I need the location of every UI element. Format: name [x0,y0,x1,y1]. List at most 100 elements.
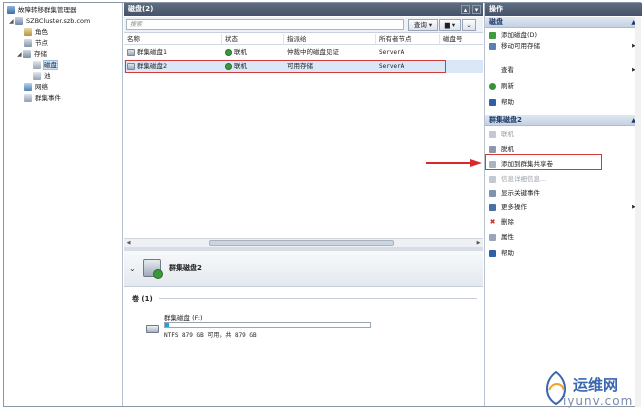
show-critical-events-action[interactable]: 显示关键事件 [489,188,540,199]
network-icon [24,83,32,91]
row-owner: ServerA [379,49,405,56]
cluster-disk-icon [143,259,163,279]
expand-button[interactable]: ⌄ [462,19,476,31]
volume-info: NTFS 879 GB 可用，共 879 GB [164,332,257,339]
actions-section-disks[interactable]: 磁盘 ▲ [485,17,640,28]
delete-icon: ✖ [489,217,496,226]
center-pane: 磁盘(2) ▴ ▾ 搜索 查询 ▾ ▆ ▾ ⌄ 名称 状态 指派给 所有者节点 … [124,3,483,406]
tree-item-disks[interactable]: 磁盘 [33,60,58,71]
pool-icon [33,72,41,80]
selected-row-highlight [125,60,446,73]
tree-item-storage[interactable]: ◢ 存储 [17,49,47,60]
watermark: 运维网 iyunv.com [535,370,641,410]
disk-icon [33,61,41,69]
info-details-action[interactable]: 信息详细信息... [489,174,546,185]
column-name[interactable]: 名称 [124,34,222,45]
scrollbar-thumb[interactable] [209,240,394,246]
action-label: 查看 [501,66,514,74]
move-icon [489,42,496,50]
grid-header: 名称 状态 指派给 所有者节点 磁盘号 [124,34,483,45]
action-label: 添加磁盘(D) [501,31,538,39]
annotation-arrow-icon [426,159,482,167]
search-row: 搜索 查询 ▾ ▆ ▾ ⌄ [124,17,483,33]
column-status[interactable]: 状态 [222,34,284,45]
tree-item-pools[interactable]: 池 [33,71,51,82]
row-disk-number [440,60,483,73]
horizontal-scrollbar[interactable]: ◀ ▶ [124,238,483,247]
divider [159,298,477,299]
maximize-pane-button[interactable]: ▾ [472,5,481,14]
action-label: 帮助 [501,249,514,257]
collapse-chevron-icon[interactable]: ⌄ [129,264,136,273]
action-label: 刷新 [501,82,514,90]
storage-icon [23,50,31,58]
online-status-icon [225,48,232,56]
offline-icon [489,145,496,153]
volume-name[interactable]: 群集磁盘 (F:) [164,312,203,322]
properties-action[interactable]: 属性 [489,232,514,243]
scroll-right-icon[interactable]: ▶ [474,239,483,247]
tree-item-roles[interactable]: 角色 [24,27,48,38]
remove-action[interactable]: ✖ 删除 [489,217,514,228]
row-disk-number [440,46,483,59]
dropdown-arrow-icon: ▾ [428,21,433,29]
refresh-action[interactable]: 刷新 [489,81,514,92]
column-disk-number[interactable]: 磁盘号 [440,34,483,45]
volume-usage-bar [164,322,371,328]
table-row[interactable]: 群集磁盘1 联机 仲裁中的磁盘见证 ServerA [124,46,483,59]
more-actions-icon [489,203,496,211]
tree-root[interactable]: 故障转移群集管理器 [7,5,77,16]
tree-item-cluster-events[interactable]: 群集事件 [24,93,61,104]
volume-section-label: 卷 (1) [132,295,153,303]
save-query-button[interactable]: ▆ ▾ [439,19,461,31]
cluster-icon [15,17,23,25]
actions-scrollbar[interactable] [635,17,641,407]
row-status-cell: 联机 [222,46,284,59]
dropdown-arrow-icon: ▾ [451,21,456,29]
action-label: 信息详细信息... [501,175,547,183]
action-label: 显示关键事件 [501,189,540,197]
volume-icon [146,325,159,333]
row-name-cell: 群集磁盘1 [124,46,222,59]
view-action[interactable]: 查看 ▶ [489,65,636,76]
online-icon [489,130,496,138]
search-input[interactable]: 搜索 [126,19,404,30]
minimize-pane-button[interactable]: ▴ [461,5,470,14]
help-action[interactable]: 帮助 [489,97,514,108]
pane-title: 磁盘(2) [128,5,154,13]
volume-usage-fill [165,323,170,327]
help-action-2[interactable]: 帮助 [489,248,514,259]
column-owner[interactable]: 所有者节点 [376,34,440,45]
query-button[interactable]: 查询 ▾ [408,19,438,31]
events-icon [489,189,496,197]
scroll-left-icon[interactable]: ◀ [124,239,133,247]
action-label: 属性 [501,233,514,241]
properties-icon [489,233,496,241]
navigation-tree: 故障转移群集管理器 ◢ SZBCluster.szb.com 角色 节点 ◢ 存储 … [4,3,123,406]
actions-header: 操作 [485,3,642,16]
help-icon [489,98,496,106]
section-title: 群集磁盘2 [489,116,522,124]
detail-header: ⌄ 群集磁盘2 [124,251,483,287]
nodes-icon [24,39,32,47]
online-action[interactable]: 联机 [489,129,514,140]
add-to-csv-highlight [485,154,602,170]
tree-cluster[interactable]: ◢ SZBCluster.szb.com [9,16,90,27]
column-assigned[interactable]: 指派给 [284,34,376,45]
actions-section-cluster-disk[interactable]: 群集磁盘2 ▲ [485,115,640,126]
chevron-down-icon: ⌄ [466,21,472,29]
move-storage-action[interactable]: 移动可用存储 ▶ [489,41,636,52]
add-disk-action[interactable]: 添加磁盘(D) [489,30,537,41]
info-icon [489,175,496,183]
roles-icon [24,28,32,36]
action-label: 移动可用存储 [501,42,540,50]
events-icon [24,94,32,102]
section-title: 磁盘 [489,18,503,26]
action-label: 删除 [501,218,514,226]
tree-item-networks[interactable]: 网络 [24,82,48,93]
add-disk-icon [489,31,496,39]
row-name: 群集磁盘1 [137,48,168,56]
more-actions-action[interactable]: 更多操作 ▶ [489,202,636,213]
tree-item-nodes[interactable]: 节点 [24,38,48,49]
detail-title: 群集磁盘2 [169,264,202,272]
